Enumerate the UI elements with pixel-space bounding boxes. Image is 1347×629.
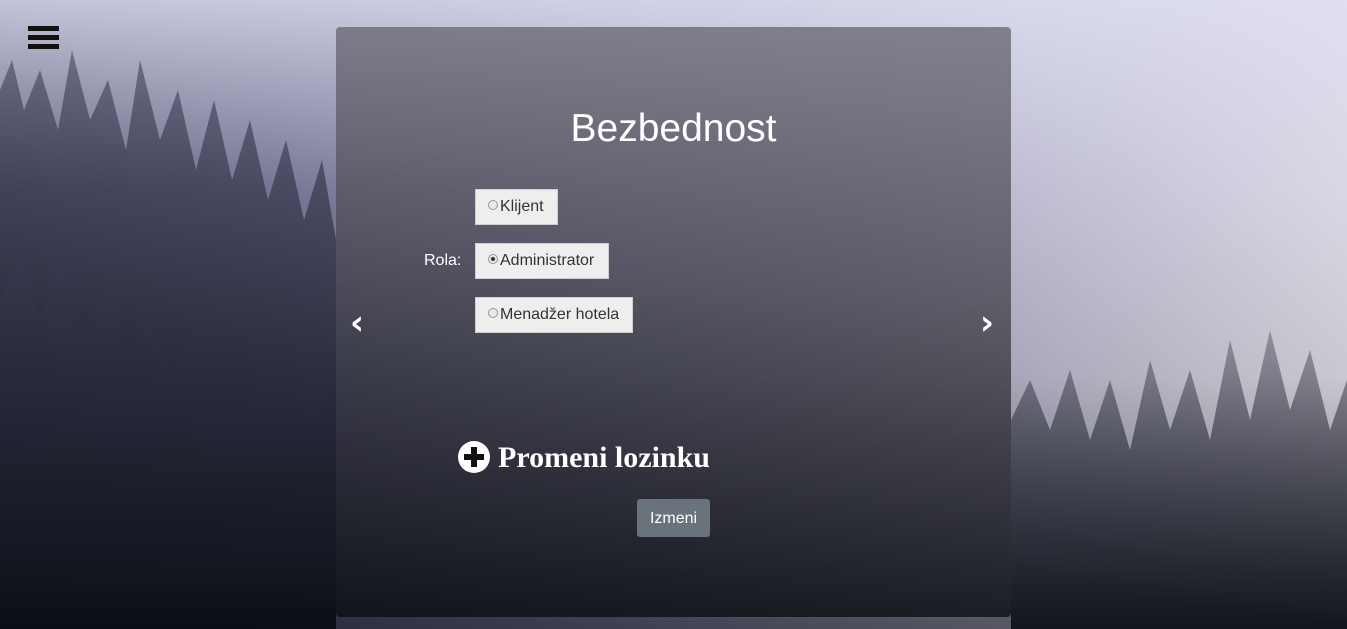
carousel-next-button[interactable]: › [980, 303, 994, 343]
radio-unchecked-icon[interactable] [488, 199, 498, 210]
menu-button[interactable] [28, 24, 60, 52]
role-option-menadzer-hotela[interactable]: Menadžer hotela [475, 297, 633, 333]
security-panel: Bezbednost Rola: Klijent Administrator M… [336, 27, 1011, 617]
change-password-label: Promeni lozinku [498, 441, 710, 474]
plus-circle-icon [458, 441, 490, 473]
role-option-label: Klijent [500, 198, 544, 215]
page-title: Bezbednost [570, 107, 777, 150]
hamburger-icon-bar [28, 35, 59, 40]
role-option-label: Menadžer hotela [500, 306, 620, 323]
hamburger-icon-bar [28, 44, 59, 49]
radio-checked-icon[interactable] [488, 253, 498, 264]
chevron-right-icon: › [980, 303, 995, 343]
submit-button[interactable]: Izmeni [637, 499, 710, 537]
radio-unchecked-icon[interactable] [488, 307, 498, 318]
role-option-administrator[interactable]: Administrator [475, 243, 609, 279]
hamburger-icon [28, 26, 59, 31]
carousel-prev-button[interactable]: ‹ [350, 303, 364, 343]
chevron-left-icon: ‹ [350, 303, 365, 343]
role-option-klijent[interactable]: Klijent [475, 189, 558, 225]
role-option-label: Administrator [500, 252, 595, 269]
role-label: Rola: [424, 252, 462, 269]
